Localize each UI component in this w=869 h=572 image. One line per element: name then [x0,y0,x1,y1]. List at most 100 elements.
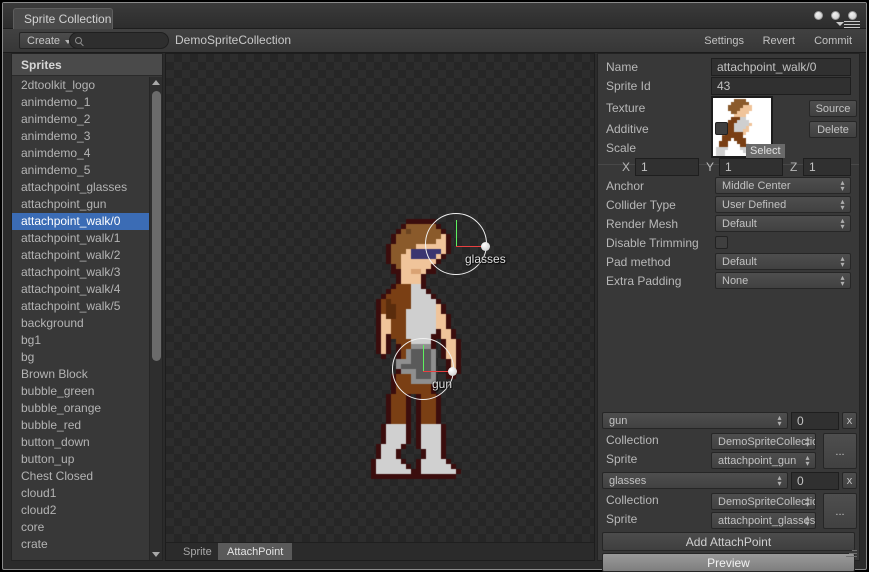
sprite-canvas[interactable]: glasses gun Sprite AttachPoint [165,53,595,561]
list-item[interactable]: button_up [12,451,149,468]
list-item[interactable]: bubble_green [12,383,149,400]
texture-source-button[interactable]: Source [809,100,857,117]
window-tab-title[interactable]: Sprite Collection [13,8,113,29]
attachpoint-collection-dropdown[interactable]: DemoSpriteCollection ▴ ▾ [711,433,816,450]
resize-grip[interactable] [846,547,857,558]
scroll-up-arrow-icon[interactable] [152,80,160,85]
scale-z-field[interactable]: 1 [803,158,851,176]
window-menu-icon[interactable] [836,21,860,29]
list-item[interactable]: animdemo_3 [12,128,149,145]
list-item[interactable]: animdemo_1 [12,94,149,111]
attachpoint-remove-button[interactable]: x [842,472,857,489]
list-item[interactable]: attachpoint_walk/1 [12,230,149,247]
list-item[interactable]: attachpoint_gun [12,196,149,213]
updown-arrows-icon: ▴ ▾ [805,513,810,528]
list-item[interactable]: attachpoint_walk/5 [12,298,149,315]
revert-button[interactable]: Revert [756,31,802,51]
attachpoint-name-dropdown[interactable]: glasses ▴ ▾ [602,472,788,489]
scale-y-label: Y [706,160,715,174]
attachpoint-more-button[interactable]: ... [823,433,857,469]
attachpoint-sprite-label: Sprite [606,512,638,526]
collider-type-label: Collider Type [606,198,676,212]
search-icon [75,37,82,44]
render-mesh-dropdown[interactable]: Default ▴ ▾ [715,215,851,232]
attachpoint-angle-field[interactable]: 0 [791,412,839,430]
updown-arrows-icon: ▴ ▾ [840,216,845,231]
sprite-list[interactable]: 2dtoolkit_logo animdemo_1 animdemo_2 animde… [12,77,149,560]
list-item[interactable]: animdemo_4 [12,145,149,162]
attachpoint-remove-button[interactable]: x [842,412,857,429]
attachpoint-sprite-dropdown[interactable]: attachpoint_glasses ▴ ▾ [711,512,816,529]
list-item[interactable]: cloud2 [12,502,149,519]
scale-label: Scale [606,141,637,155]
commit-button[interactable]: Commit [807,31,859,51]
list-item[interactable]: Brown Block [12,366,149,383]
row-sprite-id: Sprite Id 43 [602,77,855,96]
list-item[interactable]: Chest Closed [12,468,149,485]
scale-x-field[interactable]: 1 [635,158,699,176]
name-field[interactable]: attachpoint_walk/0 [711,58,851,76]
pad-method-dropdown[interactable]: Default ▴ ▾ [715,253,851,270]
name-label: Name [606,60,639,74]
disable-trimming-checkbox[interactable] [715,236,728,249]
updown-arrows-icon: ▴ ▾ [805,434,810,449]
window-button-close[interactable] [848,11,857,20]
render-mesh-value: Default [722,218,757,230]
scroll-down-arrow-icon[interactable] [152,552,160,557]
list-item[interactable]: bg1 [12,332,149,349]
additive-checkbox[interactable] [715,122,728,135]
list-item[interactable]: bubble_red [12,417,149,434]
row-name: Name attachpoint_walk/0 [602,58,855,77]
additive-label: Additive [606,122,649,136]
window-button-minimize[interactable] [814,11,823,20]
list-item[interactable]: core [12,519,149,536]
titlebar: Sprite Collection [3,3,866,29]
anchor-dropdown[interactable]: Middle Center ▴ ▾ [715,177,851,194]
list-item[interactable]: bg [12,349,149,366]
extra-padding-label: Extra Padding [606,274,682,288]
attachpoint-angle-field[interactable]: 0 [791,472,839,490]
row-scale: Scale [602,139,855,158]
list-item[interactable]: cloud1 [12,485,149,502]
list-item[interactable]: attachpoint_walk/3 [12,264,149,281]
attachpoint-collection-dropdown[interactable]: DemoSpriteCollection ▴ ▾ [711,493,816,510]
row-additive: Additive [602,120,855,139]
attachpoint-more-button[interactable]: ... [823,493,857,529]
list-item[interactable]: crate [12,536,149,553]
row-anchor: Anchor Middle Center ▴ ▾ [602,177,855,196]
list-item[interactable]: 2dtoolkit_logo [12,77,149,94]
list-item[interactable]: attachpoint_walk/4 [12,281,149,298]
search-box[interactable] [69,32,169,49]
window-button-maximize[interactable] [831,11,840,20]
list-item[interactable]: attachpoint_walk/2 [12,247,149,264]
list-item[interactable]: attachpoint_glasses [12,179,149,196]
preview-button[interactable]: Preview [602,553,855,572]
settings-button[interactable]: Settings [697,31,751,51]
scrollbar-thumb[interactable] [152,91,161,361]
list-item[interactable]: bubble_orange [12,400,149,417]
pad-method-value: Default [722,256,757,268]
list-item[interactable]: button_down [12,434,149,451]
tab-sprite[interactable]: Sprite [174,543,221,560]
tab-attachpoint[interactable]: AttachPoint [218,543,293,560]
list-item[interactable]: background [12,315,149,332]
scale-y-field[interactable]: 1 [719,158,783,176]
extra-padding-dropdown[interactable]: None ▴ ▾ [715,272,851,289]
add-attachpoint-button[interactable]: Add AttachPoint [602,532,855,551]
list-item[interactable]: animdemo_2 [12,111,149,128]
attachpoint-sprite-dropdown[interactable]: attachpoint_gun ▴ ▾ [711,452,816,469]
sprite-collection-window: Sprite Collection Create DemoSpriteColle… [2,2,867,572]
chevron-down-icon [836,22,844,26]
updown-arrows-icon: ▴ ▾ [840,178,845,193]
sprite-id-field[interactable]: 43 [711,77,851,95]
attachpoint-name-value: gun [609,415,628,427]
collider-type-dropdown[interactable]: User Defined ▴ ▾ [715,196,851,213]
sprite-list-scrollbar[interactable] [149,77,162,560]
search-input[interactable] [86,33,162,48]
list-item[interactable]: animdemo_5 [12,162,149,179]
sprite-id-label: Sprite Id [606,79,651,93]
list-item[interactable]: attachpoint_walk/0 [12,213,149,230]
attachpoint-sprite-value: attachpoint_glasses [718,515,816,527]
attachpoint-name-dropdown[interactable]: gun ▴ ▾ [602,412,788,429]
sprite-artwork [166,54,594,560]
